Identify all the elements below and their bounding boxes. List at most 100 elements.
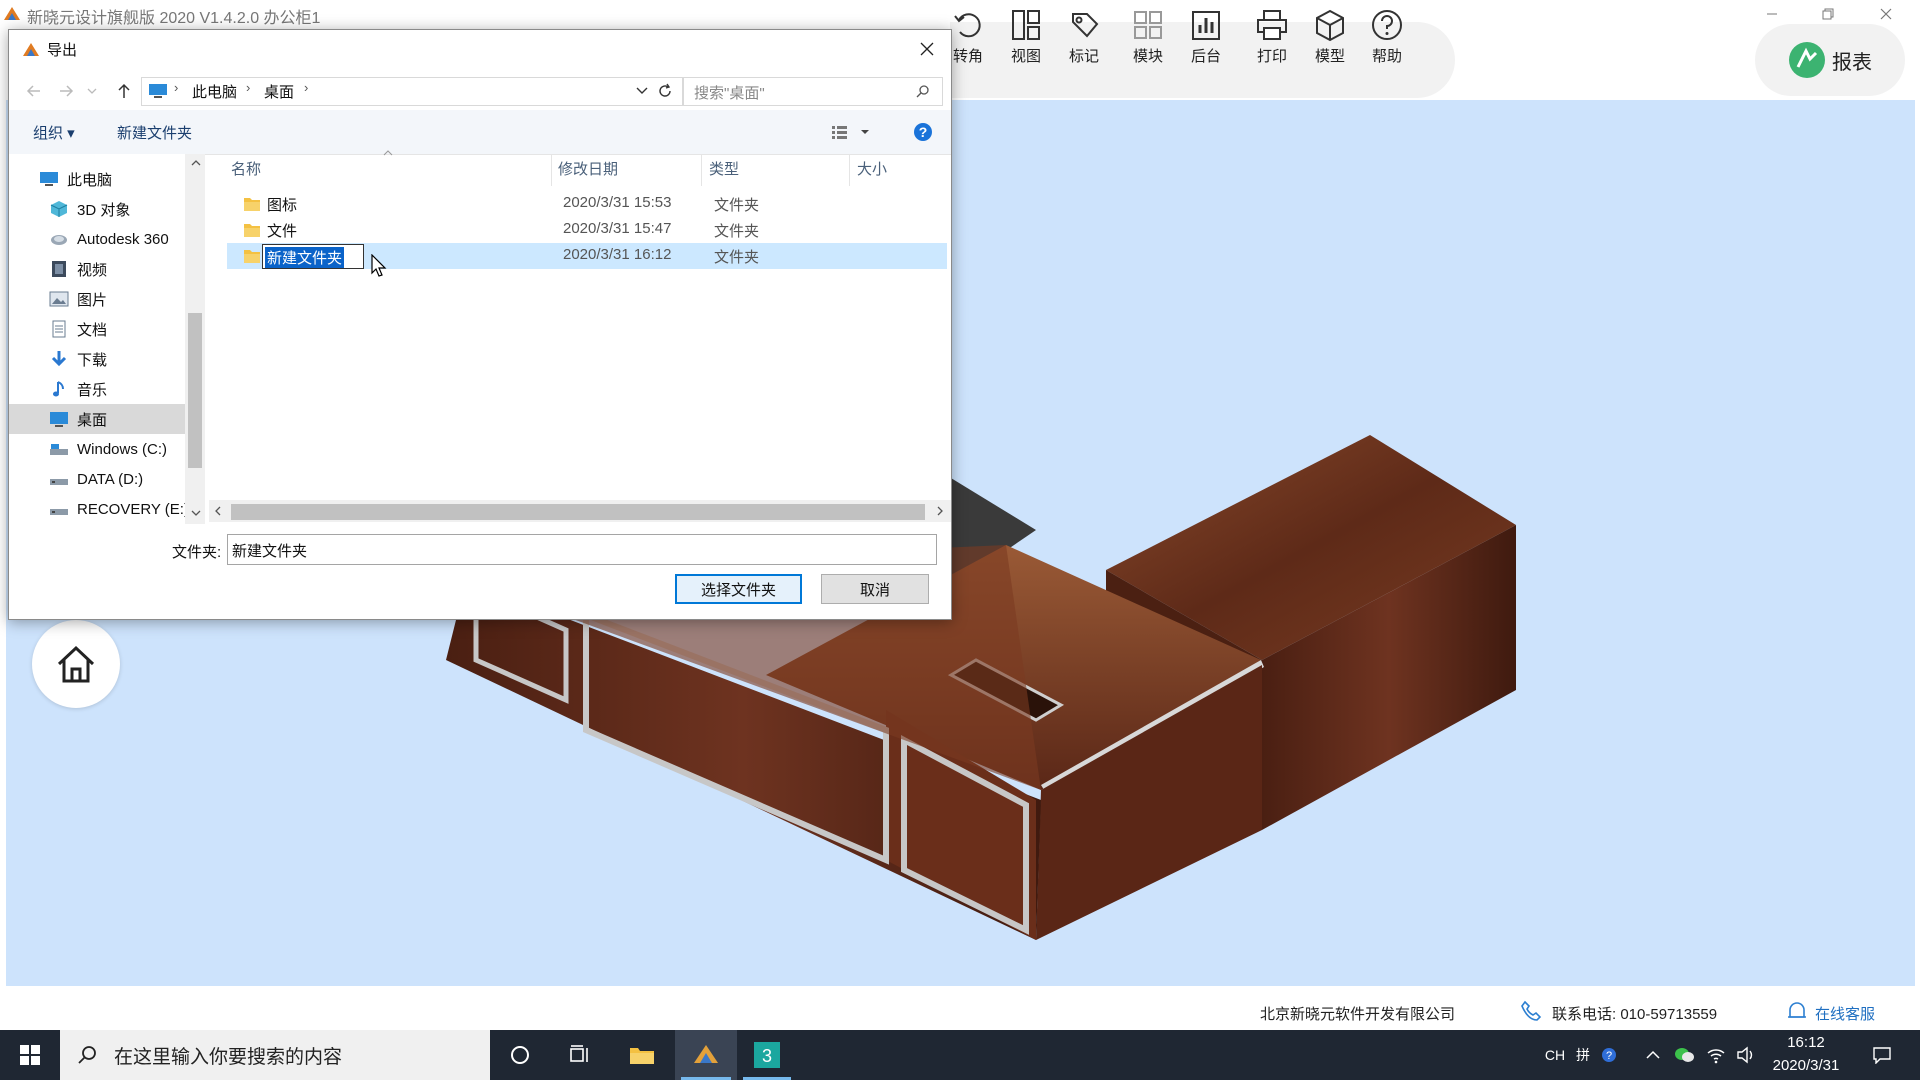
nav-item-downloads[interactable]: 下载 (9, 344, 177, 374)
select-folder-button[interactable]: 选择文件夹 (675, 574, 802, 604)
breadcrumb-desktop[interactable]: 桌面 (264, 81, 294, 102)
scroll-right-arrow-icon[interactable] (937, 506, 943, 516)
column-header-type[interactable]: 类型 (709, 158, 739, 179)
breadcrumb-this-pc[interactable]: 此电脑 (192, 81, 237, 102)
home-button[interactable] (32, 620, 120, 708)
task-view-button[interactable] (550, 1030, 610, 1080)
nav-item-drive-c[interactable]: Windows (C:) (9, 434, 177, 464)
notification-center-button[interactable] (1862, 1030, 1902, 1080)
cortana-icon (511, 1046, 529, 1064)
scroll-down-arrow-icon[interactable] (191, 510, 201, 516)
dialog-close-button[interactable] (909, 34, 945, 64)
address-bar[interactable]: › 此电脑 › 桌面 › (141, 77, 683, 106)
home-icon (57, 645, 95, 683)
drive-icon (50, 444, 68, 455)
app-title: 新晓元设计旗舰版 2020 V1.4.2.0 办公柜1 (27, 10, 321, 27)
dialog-search-box[interactable]: 搜索"桌面" (683, 77, 943, 106)
xinxiaoyuan-app-icon (694, 1045, 718, 1063)
toolbar-item-model[interactable]: 模型 (1306, 8, 1354, 72)
column-header-date[interactable]: 修改日期 (558, 158, 618, 179)
toolbar-item-print[interactable]: 打印 (1248, 8, 1296, 72)
online-support-link[interactable]: 在线客服 (1815, 1003, 1875, 1024)
clock-date[interactable]: 2020/3/31 (1760, 1057, 1852, 1074)
network-button[interactable] (1702, 1030, 1730, 1080)
folder-field-label: 文件夹: (172, 544, 222, 561)
file-name: 图标 (267, 197, 298, 214)
breadcrumb-separator: › (174, 80, 179, 95)
folder-icon (244, 250, 260, 263)
nav-item-drive-e[interactable]: RECOVERY (E:) (9, 494, 187, 524)
folder-name-input[interactable]: 新建文件夹 (227, 534, 937, 565)
nav-item-label: 此电脑 (67, 171, 113, 189)
toolbar-label: 模块 (1132, 48, 1163, 65)
toolbar-item-module[interactable]: 模块 (1124, 8, 1172, 72)
view-list-icon (832, 126, 869, 139)
ime-mode[interactable]: 拼 (1570, 1030, 1596, 1080)
cortana-button[interactable] (490, 1030, 550, 1080)
column-header-name[interactable]: 名称 (231, 158, 261, 179)
nav-item-pictures[interactable]: 图片 (9, 284, 177, 314)
scroll-up-arrow-icon[interactable] (191, 160, 201, 166)
nav-item-drive-d[interactable]: DATA (D:) (9, 464, 177, 494)
new-folder-button[interactable]: 新建文件夹 (117, 122, 192, 143)
start-button[interactable] (0, 1030, 60, 1080)
rename-input[interactable]: 新建文件夹 (262, 244, 364, 269)
folder-icon (244, 198, 260, 211)
back-button[interactable] (23, 80, 45, 102)
nav-pane-scroll-thumb[interactable] (188, 313, 202, 468)
toolbar-label: 帮助 (1371, 48, 1402, 65)
taskbar-app-xinxiaoyuan[interactable] (675, 1030, 737, 1080)
toolbar-item-mark[interactable]: 标记 (1060, 8, 1108, 72)
report-logo-icon (1789, 42, 1825, 78)
forward-button[interactable] (55, 80, 77, 102)
file-name: 文件 (267, 223, 298, 240)
file-explorer-button[interactable] (612, 1030, 672, 1080)
toolbar-label: 标记 (1068, 48, 1099, 65)
nav-item-autodesk-360[interactable]: Autodesk 360 (9, 224, 177, 254)
toolbar-item-backend[interactable]: 后台 (1182, 8, 1230, 72)
view-options-button[interactable] (831, 124, 875, 140)
toolbar-label: 后台 (1190, 48, 1221, 65)
taskbar-search-box[interactable]: 在这里输入你要搜索的内容 (60, 1030, 490, 1080)
address-dropdown-button[interactable] (636, 87, 648, 95)
file-row[interactable]: 文件 2020/3/31 15:47 文件夹 (227, 217, 947, 243)
nav-item-documents[interactable]: 文档 (9, 314, 177, 344)
folder-icon (630, 1048, 654, 1064)
organize-menu-button[interactable]: 组织 ▾ (33, 122, 75, 143)
show-hidden-icons-button[interactable] (1640, 1030, 1666, 1080)
help-button[interactable]: ? (913, 122, 933, 142)
nav-item-music[interactable]: 音乐 (9, 374, 177, 404)
report-button[interactable]: 报表 (1755, 24, 1905, 96)
wechat-tray-button[interactable] (1670, 1030, 1700, 1080)
column-divider[interactable] (849, 154, 850, 186)
nav-item-3d-objects[interactable]: 3D 对象 (9, 194, 177, 224)
scroll-left-arrow-icon[interactable] (215, 506, 221, 516)
nav-item-desktop[interactable]: 桌面 (9, 404, 185, 434)
close-icon (1880, 8, 1892, 20)
volume-button[interactable] (1732, 1030, 1760, 1080)
recent-locations-button[interactable] (85, 80, 99, 102)
nav-item-this-pc[interactable]: 此电脑 (9, 164, 177, 194)
column-divider[interactable] (551, 154, 552, 186)
toolbar-item-help[interactable]: 帮助 (1363, 8, 1411, 72)
file-list-hscroll-thumb[interactable] (231, 504, 925, 520)
ime-language[interactable]: CH (1540, 1030, 1570, 1080)
file-type: 文件夹 (714, 223, 760, 240)
arrow-right-icon (60, 85, 74, 97)
nav-item-videos[interactable]: 视频 (9, 254, 177, 284)
toolbar-item-view[interactable]: 视图 (1002, 8, 1050, 72)
file-row[interactable]: 图标 2020/3/31 15:53 文件夹 (227, 191, 947, 217)
refresh-button[interactable] (657, 83, 673, 99)
up-button[interactable] (113, 80, 135, 102)
clock-time[interactable]: 16:12 (1766, 1034, 1846, 1051)
ime-help-button[interactable]: ? (1596, 1030, 1622, 1080)
nav-item-label: 下载 (77, 351, 108, 369)
column-header-size[interactable]: 大小 (857, 158, 887, 179)
file-row-selected[interactable]: 新建文件夹 2020/3/31 16:12 文件夹 (227, 243, 947, 269)
file-type: 文件夹 (714, 249, 760, 266)
taskbar-app-3dsmax[interactable]: 3 (737, 1030, 797, 1080)
cancel-button[interactable]: 取消 (821, 574, 929, 604)
column-divider[interactable] (701, 154, 702, 186)
file-type: 文件夹 (714, 197, 760, 214)
pictures-icon (49, 291, 69, 307)
